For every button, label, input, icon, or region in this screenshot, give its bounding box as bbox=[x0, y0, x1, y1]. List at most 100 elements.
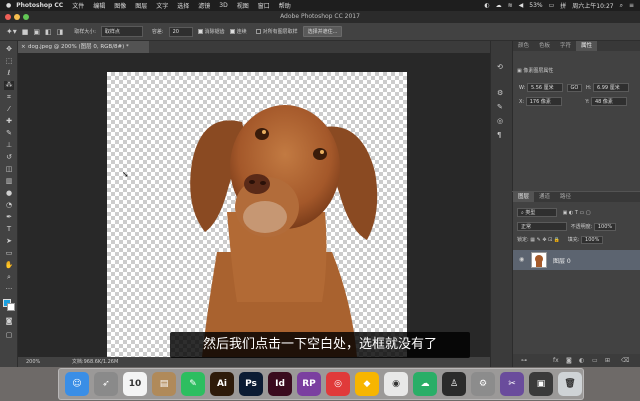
fill-input[interactable]: 100% bbox=[581, 236, 604, 244]
link-dimensions-button[interactable]: GO bbox=[566, 84, 583, 92]
cloud-icon[interactable]: ☁ bbox=[496, 2, 502, 9]
tab-paths[interactable]: 路径 bbox=[555, 192, 576, 202]
screen-mode-icon[interactable]: ▢ bbox=[4, 331, 14, 340]
healing-brush-icon[interactable]: ✚ bbox=[4, 117, 14, 126]
marquee-tool-icon[interactable]: ⬚ bbox=[4, 57, 14, 66]
axure-icon[interactable]: RP bbox=[297, 372, 321, 396]
link-icon[interactable]: ⊶ bbox=[521, 357, 527, 364]
eraser-tool-icon[interactable]: ◫ bbox=[4, 165, 14, 174]
tab-swatches[interactable]: 色板 bbox=[534, 41, 555, 51]
gear-icon[interactable]: ⚙ bbox=[471, 372, 495, 396]
w-input[interactable]: 5.56 厘米 bbox=[526, 83, 563, 92]
pen-tool-icon[interactable]: ✒ bbox=[4, 213, 14, 222]
layer-row[interactable]: ◉ 图层 0 bbox=[513, 250, 640, 270]
apple-icon[interactable]: ● bbox=[6, 2, 11, 9]
more-tools-icon[interactable]: ··· bbox=[4, 285, 14, 294]
menu-file[interactable]: 文件 bbox=[72, 1, 84, 10]
tab-character[interactable]: 字符 bbox=[555, 41, 576, 51]
zoom-tool-icon[interactable]: ⌕ bbox=[4, 273, 14, 282]
screenshot-icon[interactable]: ✂ bbox=[500, 372, 524, 396]
zoom-window-button[interactable] bbox=[23, 14, 29, 20]
mask-icon[interactable]: ◙ bbox=[566, 357, 572, 364]
close-window-button[interactable] bbox=[5, 14, 11, 20]
finder-icon[interactable]: ☺ bbox=[65, 372, 89, 396]
close-tab-icon[interactable]: × bbox=[21, 41, 26, 53]
move-tool-icon[interactable]: ✥ bbox=[4, 45, 14, 54]
input-method-icon[interactable]: 拼 bbox=[560, 1, 566, 10]
photoshop-icon[interactable]: Ps bbox=[239, 372, 263, 396]
trash-icon[interactable]: 🗑 bbox=[558, 372, 582, 396]
path-selection-icon[interactable]: ➤ bbox=[4, 237, 14, 246]
search-icon[interactable]: ⌕ bbox=[620, 2, 623, 10]
history-panel-icon[interactable]: ⟲ bbox=[497, 63, 503, 71]
y-input[interactable]: 48 像素 bbox=[590, 97, 627, 106]
minimize-window-button[interactable] bbox=[14, 14, 20, 20]
paragraph-panel-icon[interactable]: ¶ bbox=[497, 131, 501, 139]
illustrator-icon[interactable]: Ai bbox=[210, 372, 234, 396]
menu-filter[interactable]: 滤镜 bbox=[198, 1, 210, 10]
crop-tool-icon[interactable]: ⌗ bbox=[4, 93, 14, 102]
wechat-icon[interactable]: ☁ bbox=[413, 372, 437, 396]
add-selection-icon[interactable]: ▣ bbox=[33, 28, 40, 36]
blend-mode-select[interactable]: 正常 bbox=[517, 222, 567, 231]
qq-icon[interactable]: ♙ bbox=[442, 372, 466, 396]
lasso-tool-icon[interactable]: ℓ bbox=[4, 69, 14, 78]
rocket-icon[interactable]: ➶ bbox=[94, 372, 118, 396]
magic-wand-preset-icon[interactable]: ✦▾ bbox=[6, 27, 17, 36]
hand-tool-icon[interactable]: ✋ bbox=[4, 261, 14, 270]
brush-panel-icon[interactable]: ✎ bbox=[497, 103, 503, 111]
recorder-icon[interactable]: ▣ bbox=[529, 372, 553, 396]
evernote-icon[interactable]: ✎ bbox=[181, 372, 205, 396]
clock[interactable]: 周六上午10:27 bbox=[572, 1, 613, 10]
antialias-checkbox[interactable]: 消除锯齿 bbox=[197, 28, 225, 35]
layer-name[interactable]: 图层 0 bbox=[553, 256, 571, 265]
menu-view[interactable]: 视图 bbox=[237, 1, 249, 10]
h-input[interactable]: 6.99 厘米 bbox=[592, 83, 629, 92]
menu-image[interactable]: 图像 bbox=[114, 1, 126, 10]
magic-wand-tool-icon[interactable]: ⁂ bbox=[4, 81, 14, 90]
document-tab[interactable]: × dog.jpeg @ 200% (图层 0, RGB/8#) * bbox=[18, 41, 150, 53]
fx-icon[interactable]: fx bbox=[553, 357, 559, 364]
doc-info[interactable]: 文档:968.6K/1.26M bbox=[72, 359, 118, 365]
adjustment-icon[interactable]: ◐ bbox=[579, 357, 584, 364]
filter-icons[interactable]: ▣ ◐ T ▭ ▢ bbox=[563, 210, 591, 216]
menu-select[interactable]: 选择 bbox=[177, 1, 189, 10]
tab-color[interactable]: 颜色 bbox=[513, 41, 534, 51]
adjust-panel-icon[interactable]: ⚙ bbox=[497, 89, 503, 97]
trash-icon[interactable]: ⌫ bbox=[621, 357, 629, 364]
visibility-eye-icon[interactable]: ◉ bbox=[519, 256, 524, 263]
layer-filter-select[interactable]: ⌕ 类型 bbox=[517, 208, 557, 217]
volume-icon[interactable]: ◀ bbox=[519, 2, 524, 9]
folder-icon[interactable]: ▭ bbox=[592, 357, 598, 364]
gradient-tool-icon[interactable]: ▥ bbox=[4, 177, 14, 186]
new-selection-icon[interactable]: ■ bbox=[22, 28, 29, 36]
intersect-selection-icon[interactable]: ◨ bbox=[57, 28, 64, 36]
menu-layer[interactable]: 图层 bbox=[135, 1, 147, 10]
indesign-icon[interactable]: Id bbox=[268, 372, 292, 396]
sample-all-checkbox[interactable]: 对所有图层取样 bbox=[255, 28, 298, 35]
status-icon[interactable]: ◐ bbox=[484, 2, 489, 9]
menu-3d[interactable]: 3D bbox=[219, 2, 227, 9]
select-and-mask-button[interactable]: 选择并遮住... bbox=[302, 26, 343, 37]
clone-panel-icon[interactable]: ◎ bbox=[497, 117, 503, 125]
notes-icon[interactable]: ▤ bbox=[152, 372, 176, 396]
music-icon[interactable]: ◎ bbox=[326, 372, 350, 396]
menu-type[interactable]: 文字 bbox=[156, 1, 168, 10]
clone-stamp-icon[interactable]: ⊥ bbox=[4, 141, 14, 150]
contiguous-checkbox[interactable]: 连续 bbox=[229, 28, 247, 35]
history-brush-icon[interactable]: ↺ bbox=[4, 153, 14, 162]
menu-window[interactable]: 窗口 bbox=[258, 1, 270, 10]
wifi-icon[interactable]: ≋ bbox=[508, 2, 513, 9]
document-canvas[interactable] bbox=[107, 72, 407, 357]
shape-tool-icon[interactable]: ▭ bbox=[4, 249, 14, 258]
tab-channels[interactable]: 通道 bbox=[534, 192, 555, 202]
zoom-level[interactable]: 200% bbox=[26, 359, 40, 365]
list-icon[interactable]: ≡ bbox=[629, 2, 634, 9]
eyedropper-tool-icon[interactable]: ⁄ bbox=[4, 105, 14, 114]
new-layer-icon[interactable]: ⊞ bbox=[605, 357, 610, 364]
sketch-icon[interactable]: ◆ bbox=[355, 372, 379, 396]
subtract-selection-icon[interactable]: ◧ bbox=[45, 28, 52, 36]
dodge-tool-icon[interactable]: ◔ bbox=[4, 201, 14, 210]
type-tool-icon[interactable]: T bbox=[4, 225, 14, 234]
x-input[interactable]: 176 像素 bbox=[525, 97, 562, 106]
